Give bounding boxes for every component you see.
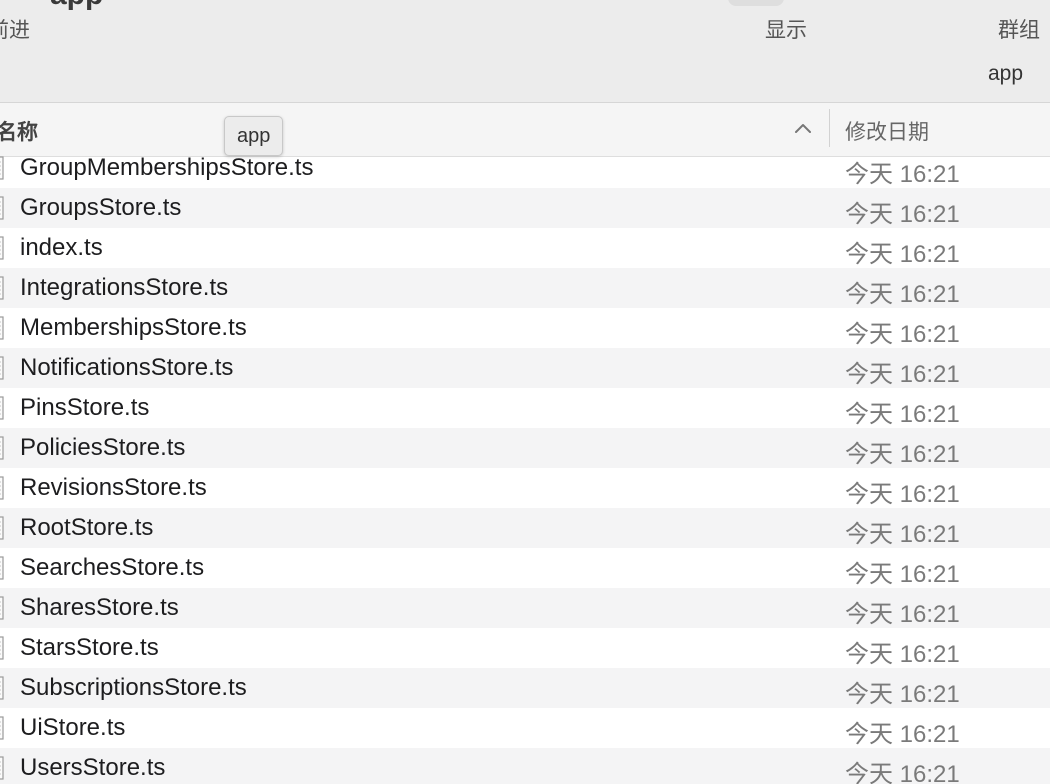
file-row[interactable]: SubscriptionsStore.ts 今天 16:21 [0, 668, 1050, 708]
file-name: RevisionsStore.ts [20, 474, 207, 501]
document-file-icon [0, 716, 4, 740]
file-date-modified: 今天 16:21 [845, 761, 960, 784]
file-date-modified: 今天 16:21 [845, 601, 960, 628]
file-date-modified: 今天 16:21 [845, 681, 960, 708]
forward-nav-label[interactable]: 前进 [0, 14, 30, 44]
document-file-icon [0, 516, 4, 540]
file-row[interactable]: RevisionsStore.ts 今天 16:21 [0, 468, 1050, 508]
file-row[interactable]: MembershipsStore.ts 今天 16:21 [0, 308, 1050, 348]
file-name: PoliciesStore.ts [20, 434, 186, 461]
file-name: StarsStore.ts [20, 634, 159, 661]
document-file-icon [0, 156, 4, 180]
file-row[interactable]: IntegrationsStore.ts 今天 16:21 [0, 268, 1050, 308]
document-file-icon [0, 396, 4, 420]
document-file-icon [0, 556, 4, 580]
file-name: index.ts [20, 234, 103, 261]
file-date-modified: 今天 16:21 [845, 481, 960, 508]
column-divider[interactable] [829, 109, 830, 147]
column-header-date-modified[interactable]: 修改日期 [845, 116, 929, 146]
file-date-modified: 今天 16:21 [845, 561, 960, 588]
file-row[interactable]: GroupMembershipsStore.ts 今天 16:21 [0, 148, 1050, 188]
file-row[interactable]: PoliciesStore.ts 今天 16:21 [0, 428, 1050, 468]
file-date-modified: 今天 16:21 [845, 401, 960, 428]
file-row[interactable]: StarsStore.ts 今天 16:21 [0, 628, 1050, 668]
file-name: NotificationsStore.ts [20, 354, 234, 381]
file-name: GroupMembershipsStore.ts [20, 154, 314, 181]
file-date-modified: 今天 16:21 [845, 241, 960, 268]
file-date-modified: 今天 16:21 [845, 321, 960, 348]
file-date-modified: 今天 16:21 [845, 281, 960, 308]
file-row[interactable]: UiStore.ts 今天 16:21 [0, 708, 1050, 748]
document-file-icon [0, 436, 4, 460]
file-row[interactable]: RootStore.ts 今天 16:21 [0, 508, 1050, 548]
path-tooltip: app [224, 116, 284, 156]
file-name: IntegrationsStore.ts [20, 274, 229, 301]
toolbar-button[interactable] [728, 0, 784, 6]
document-file-icon [0, 636, 4, 660]
file-name: SubscriptionsStore.ts [20, 674, 247, 701]
document-file-icon [0, 356, 4, 380]
file-name: MembershipsStore.ts [20, 314, 247, 341]
file-date-modified: 今天 16:21 [845, 641, 960, 668]
file-name: SearchesStore.ts [20, 554, 205, 581]
file-date-modified: 今天 16:21 [845, 201, 960, 228]
window-toolbar: app 前进 显示 群组 app [0, 0, 1050, 103]
file-name: UiStore.ts [20, 714, 126, 741]
file-date-modified: 今天 16:21 [845, 361, 960, 388]
file-row[interactable]: UsersStore.ts 今天 16:21 [0, 748, 1050, 784]
file-name: SharesStore.ts [20, 594, 179, 621]
document-file-icon [0, 316, 4, 340]
document-file-icon [0, 476, 4, 500]
file-list: GroupMembershipsStore.ts 今天 16:21 GroupsSt… [0, 148, 1050, 784]
document-file-icon [0, 276, 4, 300]
document-file-icon [0, 236, 4, 260]
file-date-modified: 今天 16:21 [845, 521, 960, 548]
file-row[interactable]: SearchesStore.ts 今天 16:21 [0, 548, 1050, 588]
file-name: RootStore.ts [20, 514, 154, 541]
document-file-icon [0, 596, 4, 620]
file-date-modified: 今天 16:21 [845, 441, 960, 468]
file-date-modified: 今天 16:21 [845, 161, 960, 188]
file-name: UsersStore.ts [20, 754, 166, 781]
document-file-icon [0, 756, 4, 780]
file-name: GroupsStore.ts [20, 194, 182, 221]
window-title: app [50, 0, 103, 12]
sort-ascending-chevron-icon[interactable] [792, 117, 814, 139]
path-label: app [988, 62, 1024, 85]
group-button-label[interactable]: 群组 [998, 14, 1040, 44]
file-date-modified: 今天 16:21 [845, 721, 960, 748]
file-row[interactable]: index.ts 今天 16:21 [0, 228, 1050, 268]
file-row[interactable]: NotificationsStore.ts 今天 16:21 [0, 348, 1050, 388]
file-row[interactable]: SharesStore.ts 今天 16:21 [0, 588, 1050, 628]
view-button-label[interactable]: 显示 [765, 14, 807, 44]
file-name: PinsStore.ts [20, 394, 150, 421]
document-file-icon [0, 676, 4, 700]
document-file-icon [0, 196, 4, 220]
file-row[interactable]: PinsStore.ts 今天 16:21 [0, 388, 1050, 428]
file-row[interactable]: GroupsStore.ts 今天 16:21 [0, 188, 1050, 228]
column-header-name[interactable]: 名称 [0, 116, 38, 146]
